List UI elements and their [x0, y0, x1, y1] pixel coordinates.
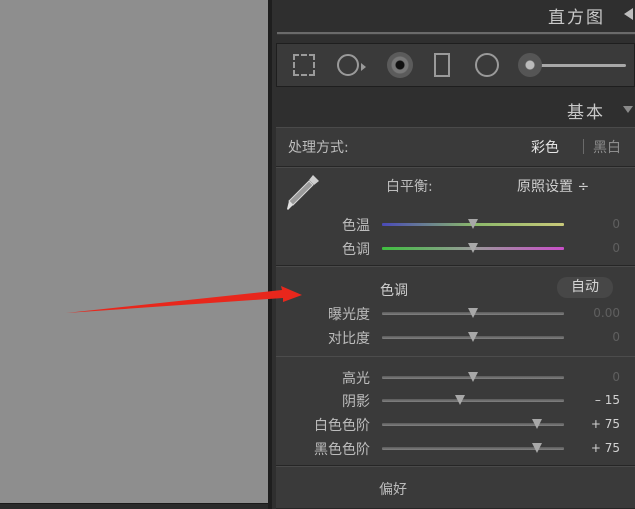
tint-label: 色调: [342, 242, 370, 258]
temp-slider-thumb[interactable]: [468, 219, 478, 229]
white-balance-dropdown[interactable]: 原照设置 ÷: [517, 176, 589, 196]
tone-sub-divider: [276, 356, 635, 357]
radial-filter-icon[interactable]: [475, 53, 499, 77]
contrast-slider[interactable]: [382, 332, 564, 342]
tint-value[interactable]: 0: [580, 241, 620, 255]
presence-section[interactable]: [276, 466, 635, 509]
crop-tool-icon[interactable]: [293, 54, 315, 76]
white-balance-label: 白平衡:: [386, 179, 433, 195]
contrast-value[interactable]: 0: [580, 330, 620, 344]
graduated-filter-icon[interactable]: [434, 53, 450, 77]
blacks-label: 黑色色阶: [314, 442, 370, 458]
shadows-slider[interactable]: [382, 395, 564, 405]
presence-title[interactable]: 偏好: [379, 479, 407, 499]
exposure-slider[interactable]: [382, 308, 564, 318]
basic-title: 基本: [567, 103, 605, 123]
contrast-label: 对比度: [328, 331, 370, 347]
whites-slider[interactable]: [382, 419, 564, 429]
blacks-value[interactable]: + 75: [580, 441, 620, 455]
brush-size-slider[interactable]: [534, 64, 626, 67]
spot-removal-icon[interactable]: [337, 54, 359, 76]
temp-value[interactable]: 0: [580, 217, 620, 231]
whites-label: 白色色阶: [314, 418, 370, 434]
blacks-slider[interactable]: [382, 443, 564, 453]
adjustment-brush-icon[interactable]: [518, 53, 542, 77]
exposure-slider-thumb[interactable]: [468, 308, 478, 318]
temp-label: 色温: [342, 218, 370, 234]
tone-title: 色调: [380, 283, 408, 299]
blacks-slider-thumb[interactable]: [532, 443, 542, 453]
image-canvas: [0, 0, 268, 509]
treatment-bw-option[interactable]: 黑白: [593, 137, 621, 157]
shadows-label: 阴影: [342, 394, 370, 410]
exposure-label: 曝光度: [328, 307, 370, 323]
tool-strip: [276, 43, 635, 87]
red-eye-icon[interactable]: [387, 52, 413, 78]
collapse-left-icon[interactable]: [624, 8, 633, 20]
temp-slider[interactable]: [382, 219, 564, 229]
highlights-slider[interactable]: [382, 372, 564, 382]
treatment-separator: [583, 139, 584, 154]
treatment-label: 处理方式:: [288, 140, 349, 156]
eyedropper-icon[interactable]: [283, 171, 323, 213]
tint-slider[interactable]: [382, 243, 564, 253]
highlights-value[interactable]: 0: [580, 370, 620, 384]
exposure-value[interactable]: 0.00: [580, 306, 620, 320]
collapse-down-icon[interactable]: [623, 106, 633, 113]
basic-header[interactable]: 基本: [272, 92, 635, 126]
canvas-bottom-bar: [0, 503, 268, 509]
spot-removal-arrow-icon: [361, 63, 366, 71]
whites-value[interactable]: + 75: [580, 417, 620, 431]
histogram-strip: [277, 32, 635, 35]
shadows-value[interactable]: – 15: [580, 393, 620, 407]
histogram-title: 直方图: [548, 8, 605, 28]
treatment-color-option[interactable]: 彩色: [531, 137, 559, 157]
auto-tone-button[interactable]: 自动: [557, 277, 613, 298]
highlights-label: 高光: [342, 371, 370, 387]
whites-slider-thumb[interactable]: [532, 419, 542, 429]
contrast-slider-thumb[interactable]: [468, 332, 478, 342]
tint-slider-thumb[interactable]: [468, 243, 478, 253]
histogram-header[interactable]: 直方图: [272, 0, 635, 30]
shadows-slider-thumb[interactable]: [455, 395, 465, 405]
highlights-slider-thumb[interactable]: [468, 372, 478, 382]
